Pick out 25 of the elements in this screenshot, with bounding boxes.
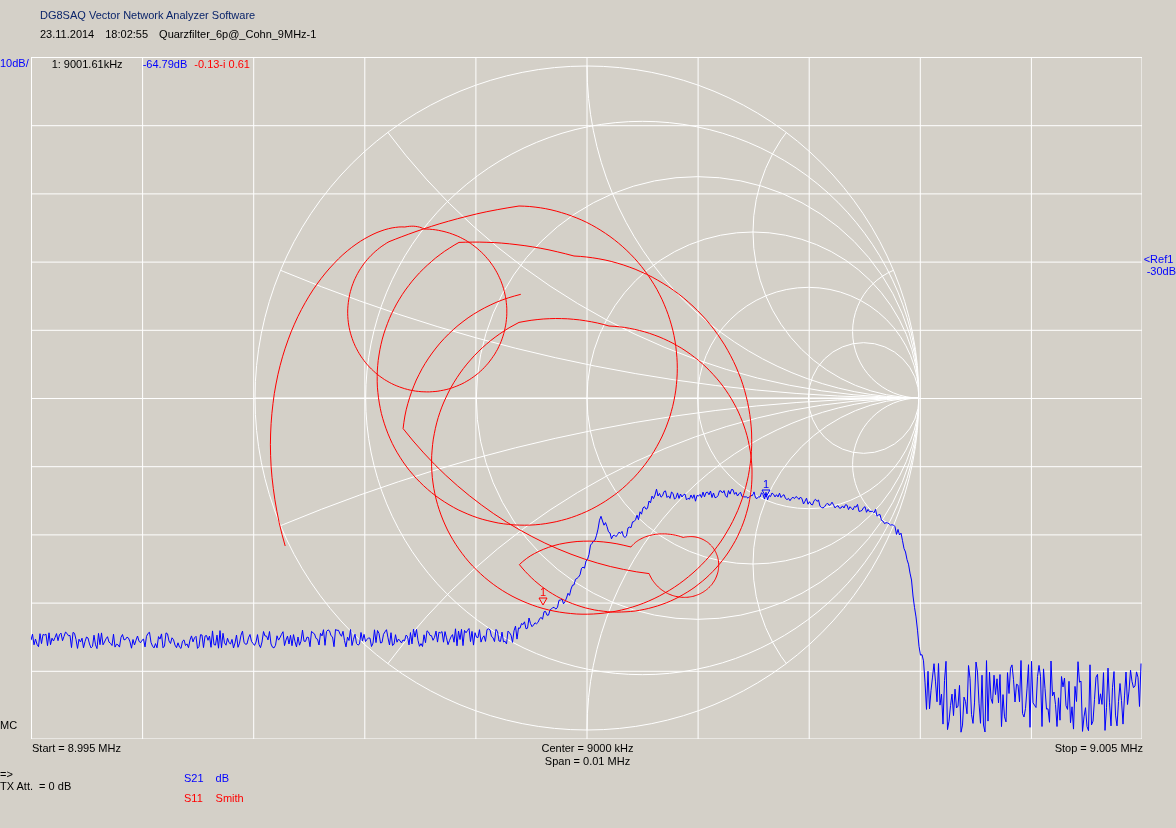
date-label: 23.11.2014 [40, 28, 95, 40]
center-frequency: Center = 9000 kHz [541, 742, 634, 755]
trace-format: dB [215, 772, 231, 784]
window-title: DG8SAQ Vector Network Analyzer Software [40, 9, 257, 21]
marker-label: 1 [539, 586, 546, 598]
span-frequency: Span = 0.01 MHz [544, 755, 631, 768]
marker-triangle-icon [761, 489, 771, 498]
trace-format: Smith [215, 792, 244, 804]
mode-label: MC [0, 719, 19, 731]
file-name: Quarzfilter_6p@_Cohn_9MHz-1 [159, 28, 317, 40]
scale-label: 10dB/ [0, 57, 30, 69]
arrow-label: => [0, 768, 14, 780]
marker-impedance: -0.13-i 0.61 [194, 58, 250, 70]
marker-frequency: 1: 9001.61kHz [51, 58, 124, 70]
marker-magnitude: -64.79dB [142, 58, 188, 70]
trace-name: S21 [184, 772, 204, 784]
reference-label: <Ref1 [1143, 253, 1175, 265]
marker-label: 1 [762, 478, 769, 490]
reference-value: -30dB [1145, 265, 1176, 277]
tx-attenuation: TX Att. = 0 dB [0, 780, 73, 792]
stop-frequency: Stop = 9.005 MHz [1054, 742, 1143, 756]
time-label: 18:02:55 [105, 28, 149, 40]
marker-triangle-icon [538, 597, 548, 606]
trace-name: S11 [184, 792, 204, 804]
start-frequency: Start = 8.995 MHz [32, 742, 122, 756]
